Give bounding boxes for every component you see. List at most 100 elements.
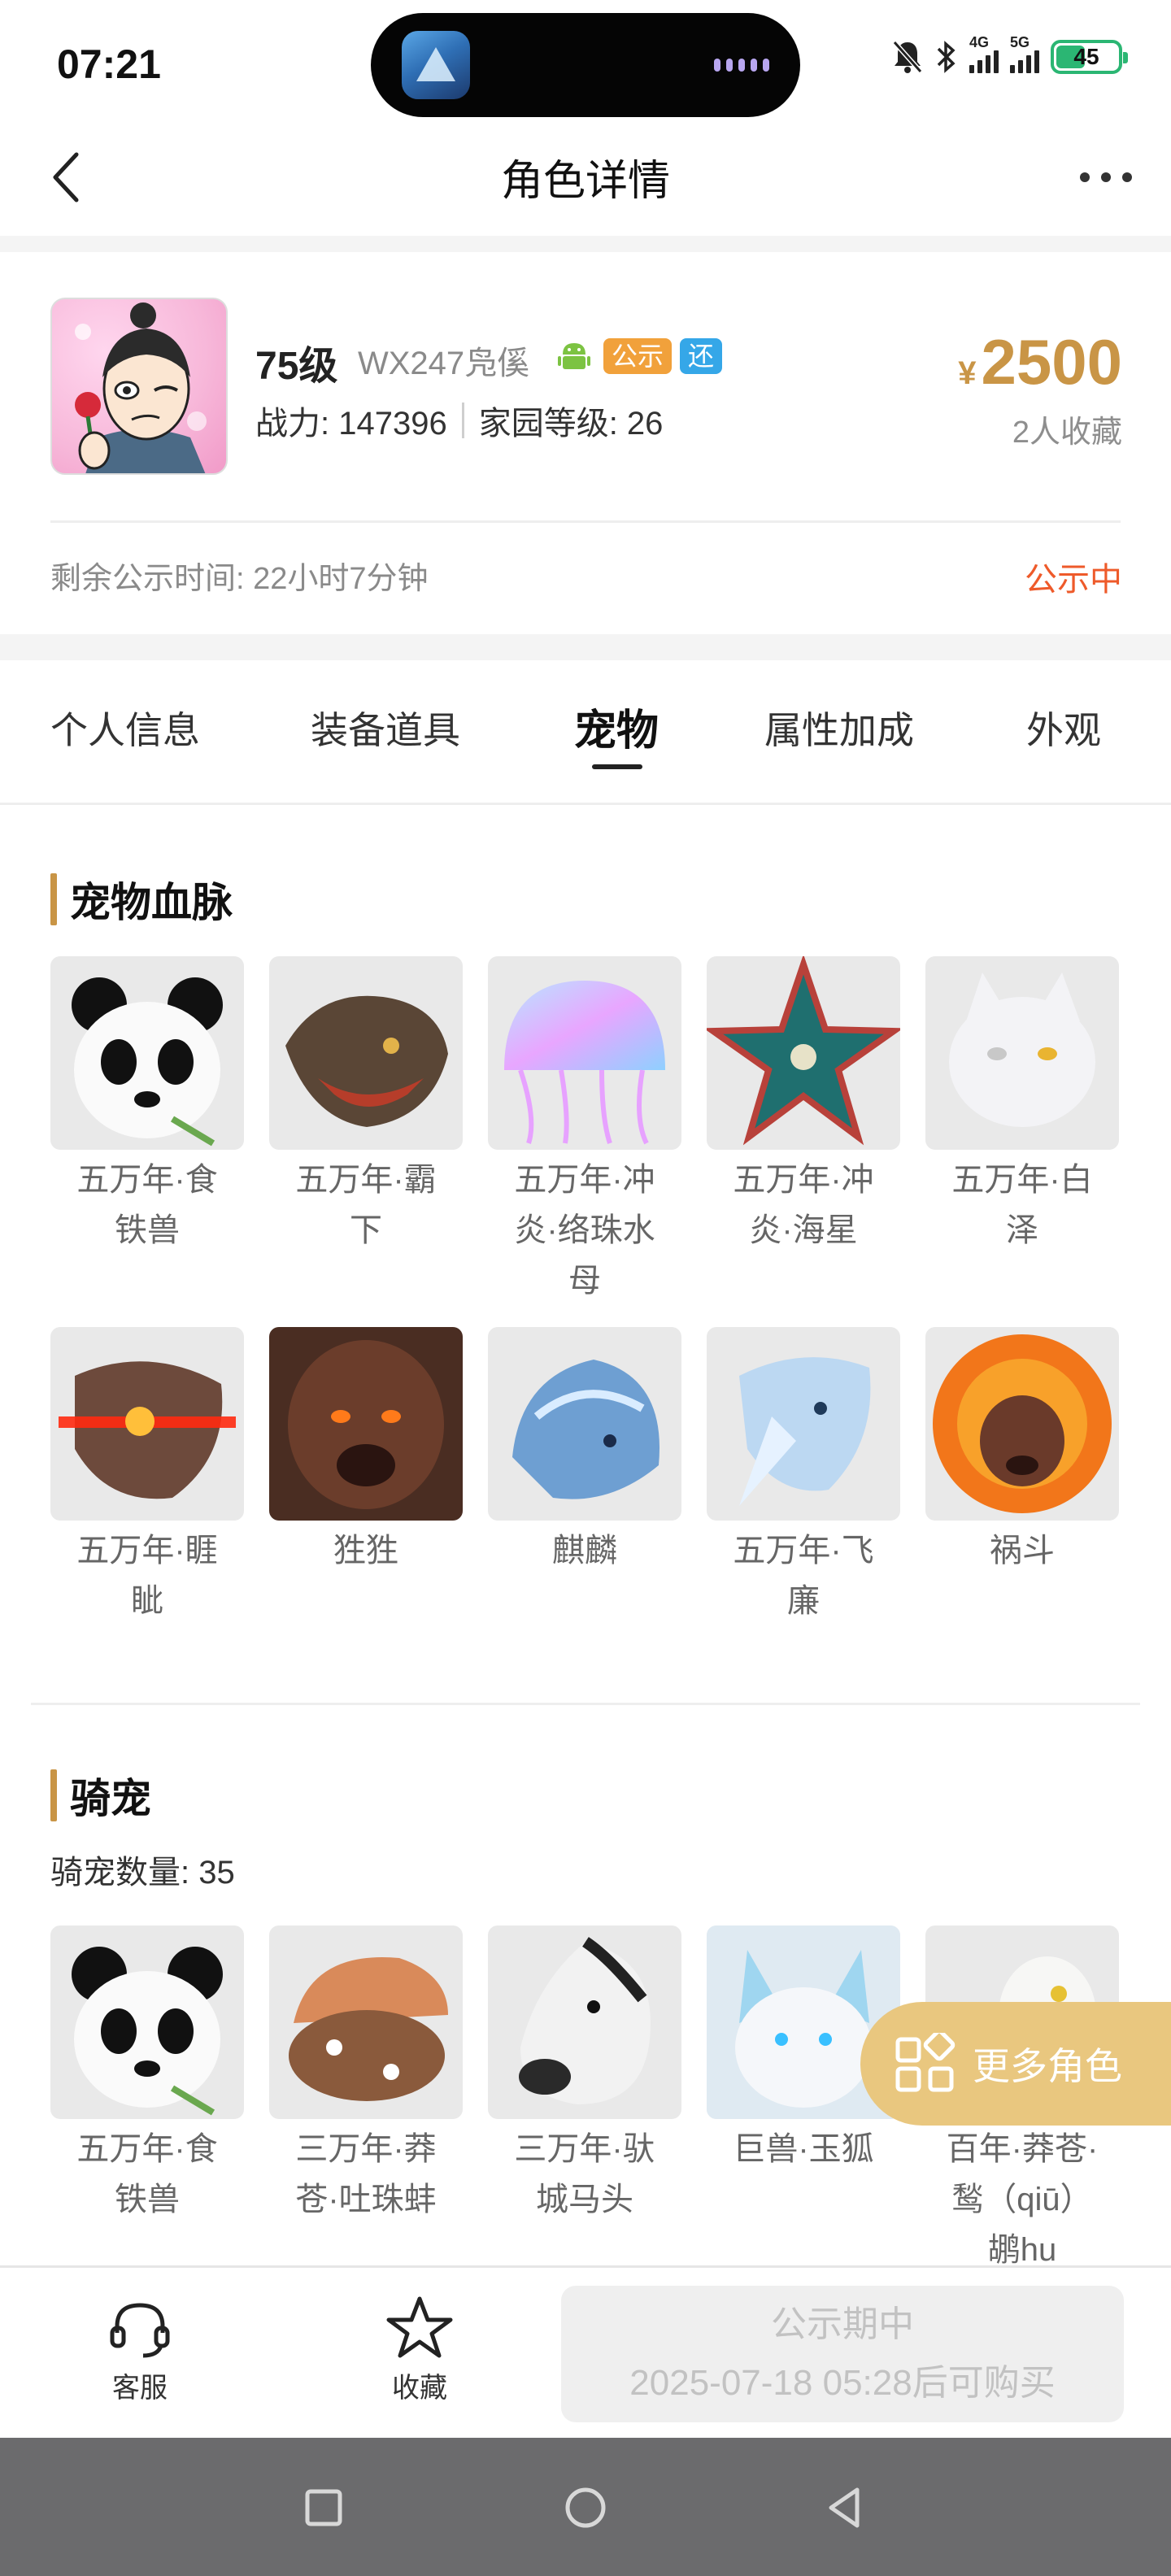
riding-pet-card[interactable]: 五万年·食铁兽	[50, 1925, 244, 2275]
section-title: 骑宠	[70, 1776, 151, 1821]
tab-pets[interactable]: 宠物	[574, 696, 659, 757]
horse-icon	[488, 1925, 681, 2119]
price-value: 2500	[981, 326, 1122, 398]
android-icon	[558, 343, 590, 369]
home-icon[interactable]	[553, 2475, 618, 2540]
clam-icon	[269, 1925, 463, 2119]
recent-apps-icon[interactable]	[291, 2475, 356, 2540]
more-roles-button[interactable]: 更多角色	[860, 2002, 1171, 2126]
pet-name: 五万年·冲炎·络珠水母	[514, 1162, 655, 1299]
home-level: 家园等级: 26	[478, 406, 664, 442]
divider	[31, 1703, 1140, 1705]
pet-card[interactable]: 五万年·冲炎·络珠水母	[488, 956, 681, 1306]
page-title: 角色详情	[500, 158, 670, 205]
riding-count: 骑宠数量: 35	[50, 1846, 235, 1893]
tab-personal-info[interactable]: 个人信息	[50, 701, 200, 755]
pet-name: 五万年·睚眦	[76, 1533, 218, 1619]
pet-name: 五万年·食铁兽	[76, 2131, 218, 2217]
fire-lion-icon	[925, 1327, 1119, 1521]
audio-wave-icon	[714, 59, 769, 72]
pet-name: 五万年·冲炎·海星	[733, 1162, 874, 1248]
pet-card[interactable]: 五万年·冲炎·海星	[707, 956, 900, 1306]
panda-icon	[50, 956, 244, 1150]
pet-name: 三万年·莽苍·吐珠蚌	[295, 2131, 437, 2217]
riding-count-value: 35	[198, 1855, 235, 1891]
white-cat-icon	[925, 956, 1119, 1150]
favorite-count: 2人收藏	[1012, 416, 1122, 450]
pet-name: 五万年·白泽	[951, 1162, 1093, 1248]
section-title: 宠物血脉	[70, 880, 233, 925]
separator	[461, 402, 464, 438]
customer-service-button[interactable]: 客服	[83, 2292, 197, 2405]
buy-button-disabled[interactable]: 公示期中 2025-07-18 05:28后可购买	[561, 2286, 1124, 2422]
pet-name: 狌狌	[333, 1533, 398, 1569]
more-options-icon[interactable]	[1073, 145, 1138, 210]
pet-bloodline-header: 宠物血脉	[50, 870, 233, 929]
tab-equipment[interactable]: 装备道具	[311, 701, 460, 755]
pet-name: 百年·莽苍·鹙（qiū）鹕hu	[946, 2131, 1099, 2268]
pet-card[interactable]: 五万年·食铁兽	[50, 956, 244, 1306]
price: ¥ 2500	[958, 325, 1122, 399]
pet-name: 五万年·食铁兽	[76, 1162, 218, 1248]
role-level: 75级	[255, 345, 338, 388]
avatar[interactable]	[50, 298, 228, 475]
system-navigation-bar	[0, 2438, 1171, 2576]
pet-bloodline-grid: 五万年·食铁兽 五万年·霸下 五万年·冲炎·络珠水母 五万年·冲炎·海星 五万年…	[50, 956, 1119, 1626]
bluetooth-icon	[937, 41, 956, 73]
signal-5g-icon: 5G	[1010, 34, 1039, 73]
app-thumbnail-icon	[402, 31, 470, 99]
divider	[0, 634, 1171, 660]
tab-attributes[interactable]: 属性加成	[764, 701, 914, 755]
dragon-laser-icon	[50, 1327, 244, 1521]
status-bar: 07:21 4G 5G 45	[0, 0, 1171, 122]
starfish-icon	[707, 956, 900, 1150]
bottom-action-bar: 客服 收藏 公示期中 2025-07-18 05:28后可购买	[0, 2265, 1171, 2438]
favorite-button[interactable]: 收藏	[363, 2292, 477, 2405]
active-tab-indicator	[592, 764, 642, 769]
pet-card[interactable]: 五万年·霸下	[269, 956, 463, 1306]
buy-available-time: 2025-07-18 05:28后可购买	[629, 2363, 1056, 2403]
pet-card[interactable]: 五万年·白泽	[925, 956, 1119, 1306]
panda-icon	[50, 1925, 244, 2119]
pet-card[interactable]: 五万年·睚眦	[50, 1327, 244, 1626]
riding-pet-card[interactable]: 三万年·驮城马头	[488, 1925, 681, 2275]
remaining-time: 剩余公示时间: 22小时7分钟	[50, 562, 429, 596]
battery-level: 45	[1073, 44, 1099, 69]
dragon-turtle-icon	[269, 956, 463, 1150]
mute-bell-icon	[892, 41, 923, 73]
signal-4g-icon: 4G	[969, 34, 999, 73]
pet-card[interactable]: 五万年·飞廉	[707, 1327, 900, 1626]
status-time: 07:21	[57, 41, 161, 87]
more-roles-label: 更多角色	[973, 2045, 1122, 2087]
back-triangle-icon[interactable]	[813, 2475, 878, 2540]
dynamic-island	[371, 13, 800, 117]
ape-icon	[269, 1327, 463, 1521]
riding-pet-card[interactable]: 巨兽·玉狐	[707, 1925, 900, 2275]
apps-grid-icon	[895, 2033, 956, 2092]
favorite-label: 收藏	[392, 2373, 447, 2404]
pet-name: 祸斗	[990, 1533, 1055, 1569]
pet-card[interactable]: 麒麟	[488, 1327, 681, 1626]
power-row: 战力: 147396 家园等级: 26	[255, 397, 663, 444]
pet-name: 麒麟	[552, 1533, 617, 1569]
nav-bar: 角色详情	[0, 122, 1171, 236]
riding-pet-card[interactable]: 三万年·莽苍·吐珠蚌	[269, 1925, 463, 2275]
section-accent-bar	[50, 873, 57, 925]
status-icons: 4G 5G 45	[891, 34, 1128, 75]
ice-bird-icon	[707, 1327, 900, 1521]
pet-card[interactable]: 狌狌	[269, 1327, 463, 1626]
server-name: WX247凫傒	[358, 346, 530, 381]
section-accent-bar	[50, 1769, 57, 1821]
divider	[0, 236, 1171, 252]
signal-5g-label: 5G	[1010, 34, 1030, 50]
blue-dragon-icon	[488, 1327, 681, 1521]
signal-4g-label: 4G	[969, 34, 990, 50]
role-summary-card: 75级 WX247凫傒 公示 还 战力: 147396 家园等级: 26 ¥ 2…	[0, 252, 1171, 634]
pet-name: 五万年·飞廉	[733, 1533, 874, 1619]
public-tag: 公示	[603, 338, 673, 374]
pet-card[interactable]: 祸斗	[925, 1327, 1119, 1626]
star-icon	[386, 2296, 453, 2358]
public-status: 公示中	[1025, 562, 1122, 598]
buy-status-line: 公示期中	[771, 2304, 914, 2344]
tab-appearance[interactable]: 外观	[1026, 701, 1101, 755]
